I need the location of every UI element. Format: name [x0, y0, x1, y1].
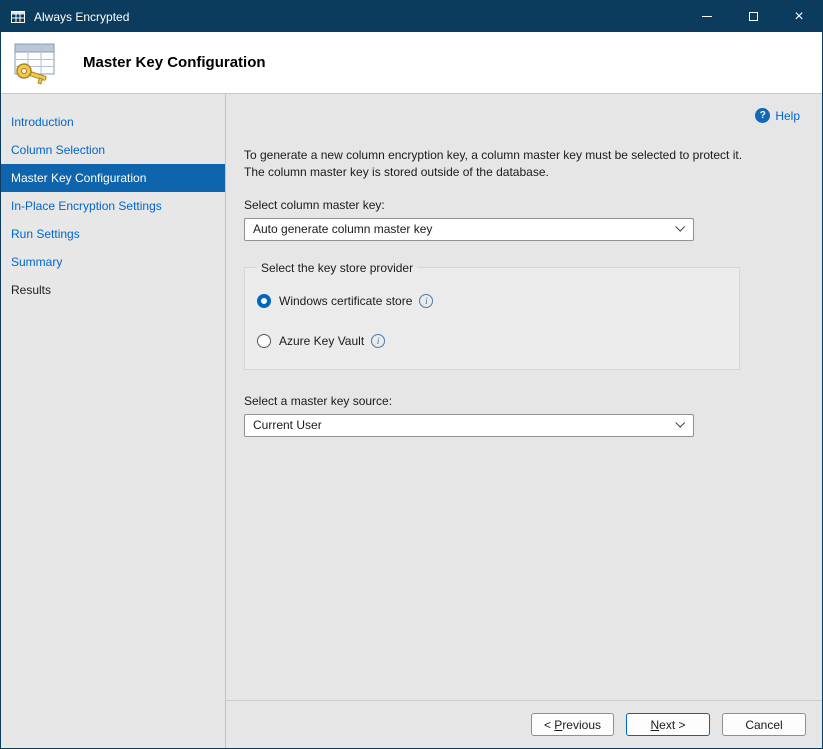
always-encrypted-window: Always Encrypted × [0, 0, 823, 749]
wizard-body: Introduction Column Selection Master Key… [1, 94, 822, 748]
page-title: Master Key Configuration [83, 54, 266, 71]
column-master-key-value: Auto generate column master key [253, 222, 432, 236]
table-key-icon [11, 40, 59, 86]
help-row: ? Help [244, 94, 800, 123]
radio-row-windows-certificate-store[interactable]: Windows certificate store i [257, 291, 739, 311]
next-label-mnemonic: N [650, 718, 659, 732]
app-icon [10, 9, 26, 25]
minimize-button[interactable] [684, 1, 730, 32]
close-icon: × [794, 9, 803, 25]
next-label-suffix: ext > [659, 718, 685, 732]
column-master-key-select[interactable]: Auto generate column master key [244, 218, 694, 241]
column-master-key-label: Select column master key: [244, 198, 800, 212]
minimize-icon [702, 16, 712, 17]
info-icon-azure-key-vault[interactable]: i [371, 334, 385, 348]
main-panel: ? Help To generate a new column encrypti… [226, 94, 822, 748]
wizard-steps-sidebar: Introduction Column Selection Master Key… [1, 94, 226, 748]
help-icon: ? [755, 108, 770, 123]
key-store-provider-legend: Select the key store provider [257, 261, 417, 275]
master-key-source-value: Current User [253, 418, 322, 432]
wizard-header: Master Key Configuration [1, 32, 822, 94]
wizard-footer: < Previous Next > Cancel [226, 700, 822, 748]
titlebar: Always Encrypted × [1, 1, 822, 32]
sidebar-item-run-settings[interactable]: Run Settings [1, 220, 225, 248]
radio-label-windows-certificate-store: Windows certificate store [279, 294, 412, 308]
sidebar-item-column-selection[interactable]: Column Selection [1, 136, 225, 164]
master-key-source-label: Select a master key source: [244, 394, 800, 408]
help-link[interactable]: ? Help [755, 108, 800, 123]
previous-label-prefix: < [544, 718, 554, 732]
key-store-provider-group: Select the key store provider Windows ce… [244, 261, 740, 370]
previous-label-suffix: revious [562, 718, 601, 732]
sidebar-item-summary[interactable]: Summary [1, 248, 225, 276]
sidebar-item-master-key-configuration[interactable]: Master Key Configuration [1, 164, 225, 192]
radio-button-azure-key-vault[interactable] [257, 334, 271, 348]
sidebar-item-results: Results [1, 276, 225, 304]
sidebar-item-introduction[interactable]: Introduction [1, 108, 225, 136]
window-title: Always Encrypted [34, 10, 129, 24]
radio-button-windows-certificate-store[interactable] [257, 294, 271, 308]
window-controls: × [684, 1, 822, 32]
chevron-down-icon [675, 222, 685, 232]
info-icon-windows-certificate-store[interactable]: i [419, 294, 433, 308]
radio-row-azure-key-vault[interactable]: Azure Key Vault i [257, 331, 739, 351]
close-button[interactable]: × [776, 1, 822, 32]
maximize-button[interactable] [730, 1, 776, 32]
chevron-down-icon [675, 418, 685, 428]
description-text: To generate a new column encryption key,… [244, 147, 749, 182]
help-label: Help [775, 109, 800, 123]
radio-label-azure-key-vault: Azure Key Vault [279, 334, 364, 348]
maximize-icon [749, 12, 758, 21]
master-key-source-select[interactable]: Current User [244, 414, 694, 437]
next-button[interactable]: Next > [626, 713, 710, 736]
cancel-button[interactable]: Cancel [722, 713, 806, 736]
previous-button[interactable]: < Previous [531, 713, 614, 736]
sidebar-item-in-place-encryption-settings[interactable]: In-Place Encryption Settings [1, 192, 225, 220]
